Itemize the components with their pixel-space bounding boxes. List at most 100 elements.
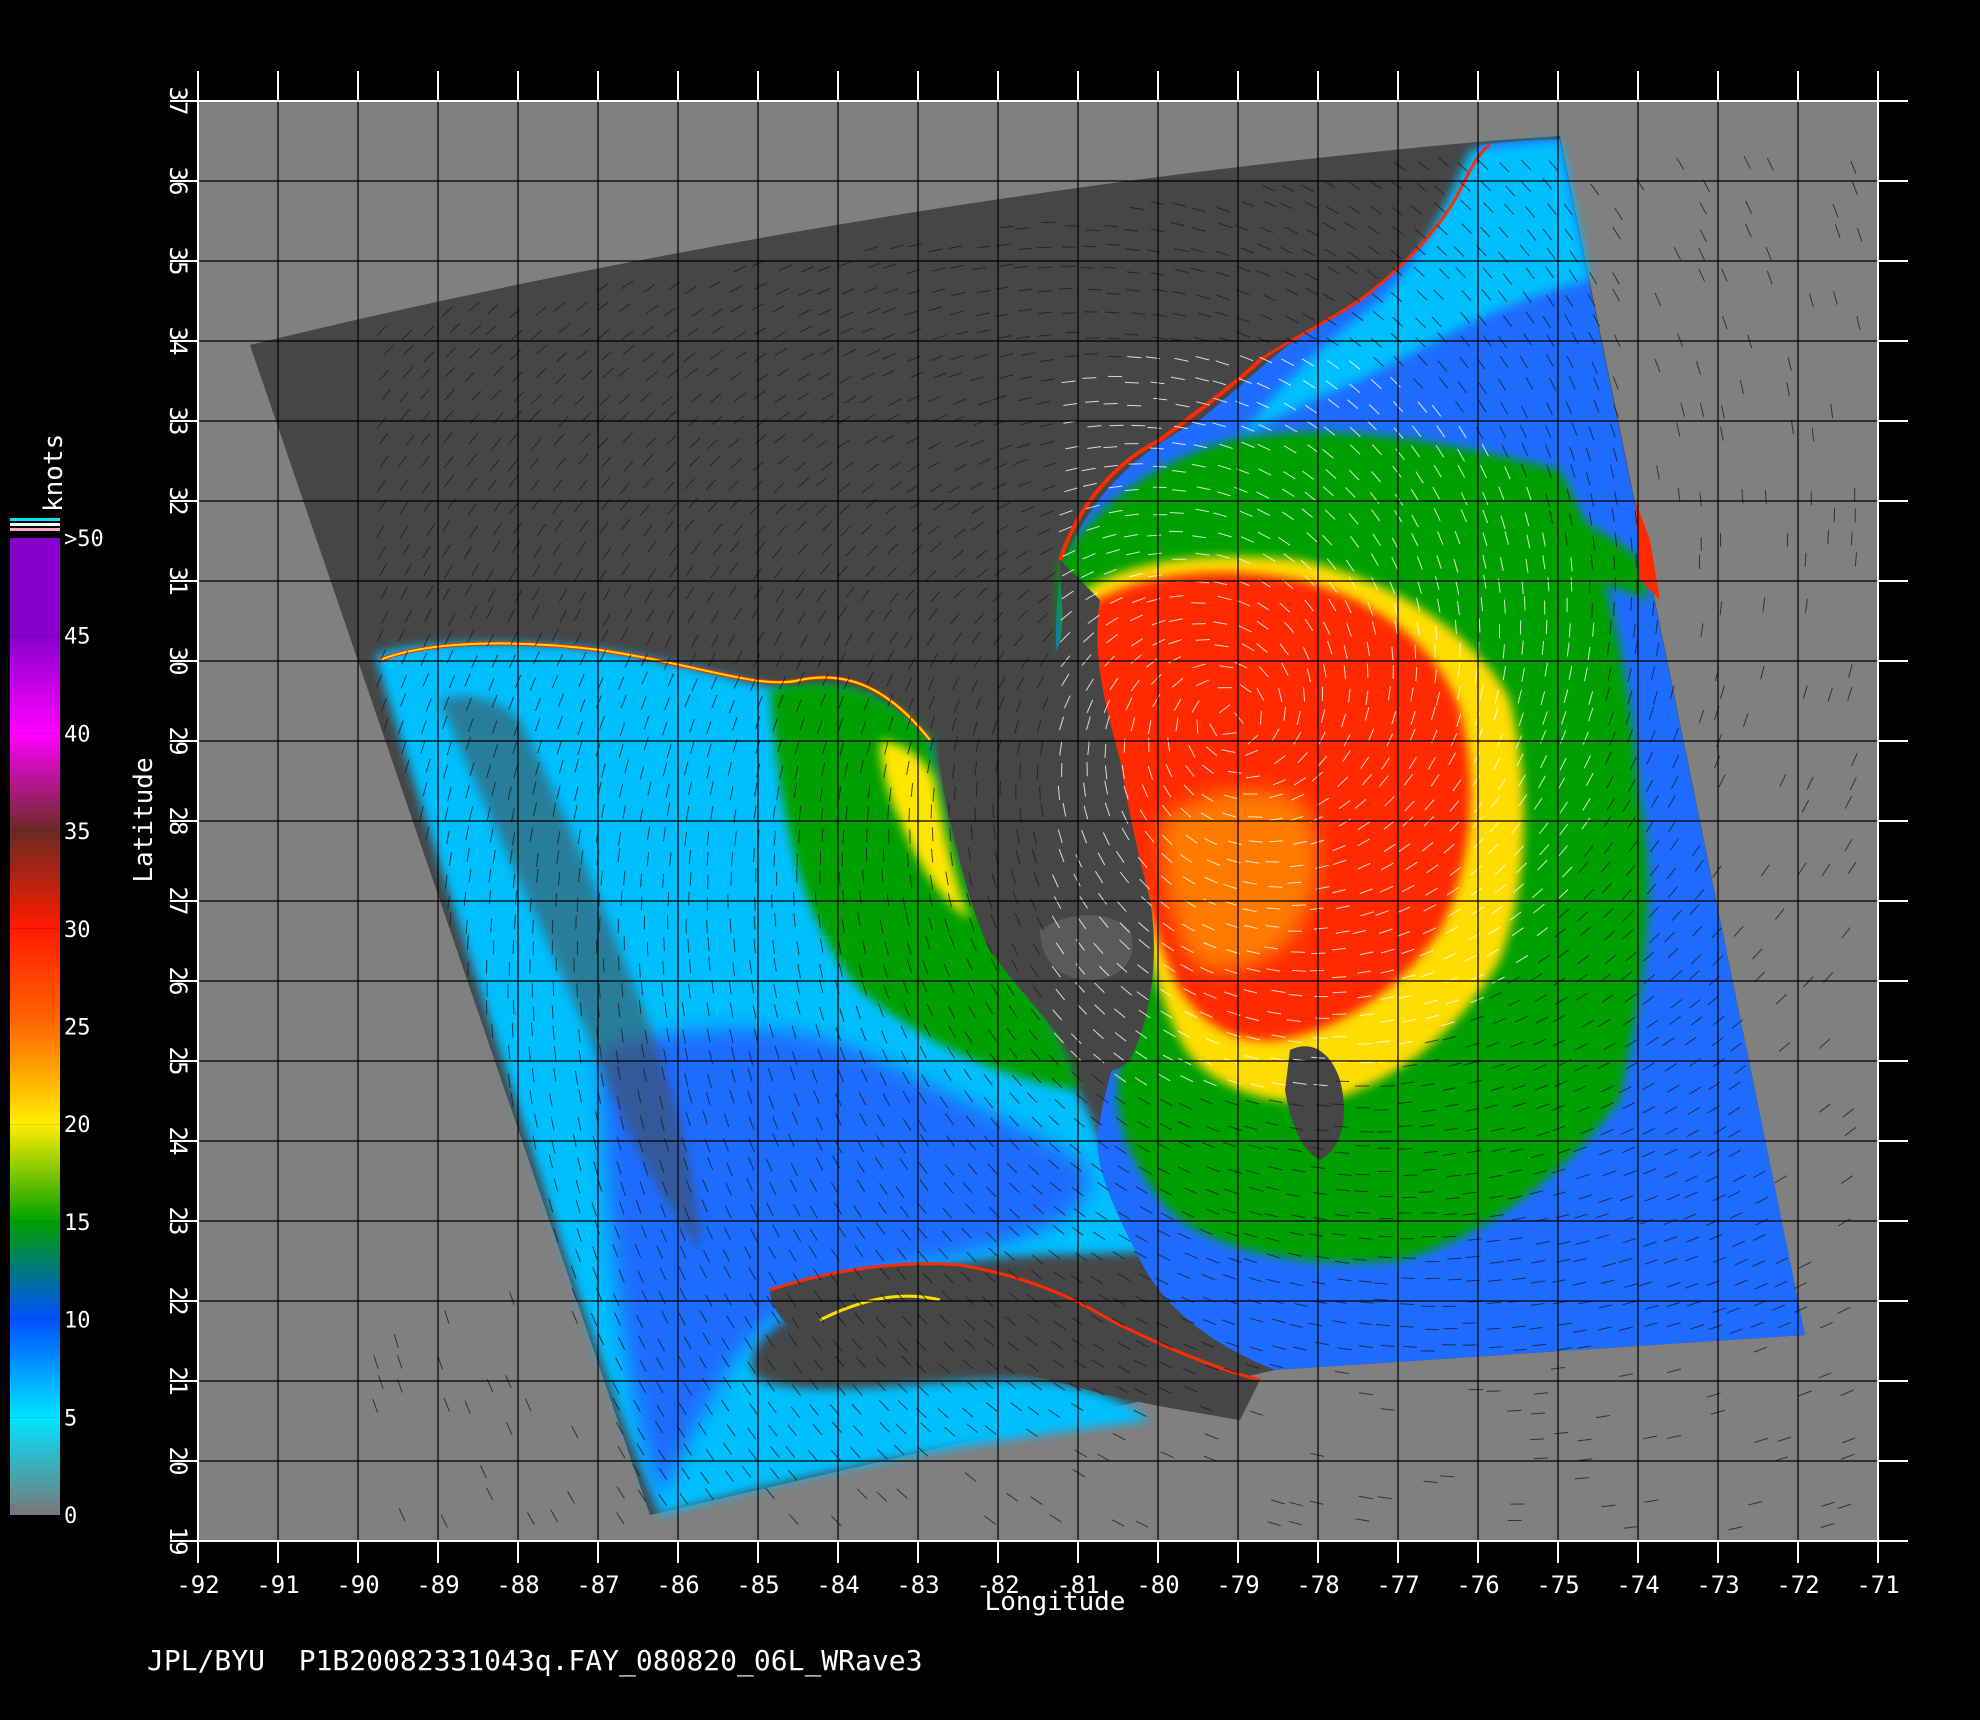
wind-vector [552, 981, 555, 996]
y-tick-label: 28 [164, 807, 192, 836]
colorbar-top-stripe-2 [10, 523, 60, 526]
wind-vector [1366, 663, 1369, 678]
colorbar-segment [10, 1026, 60, 1125]
colorbar-tick-label: 35 [64, 820, 91, 845]
wind-vector [663, 937, 665, 952]
wind-vector [512, 939, 515, 955]
wind-vector [1447, 1278, 1462, 1281]
y-tick-label: 24 [164, 1127, 192, 1156]
colorbar-segment [10, 733, 60, 832]
x-tick-label: -83 [896, 1571, 939, 1599]
wind-vector [1103, 403, 1118, 405]
wind-vector [551, 919, 554, 935]
wind-vector [512, 1000, 515, 1015]
wind-vector [773, 853, 776, 868]
y-tick-label: 36 [164, 167, 192, 196]
wind-vector [1378, 1235, 1393, 1238]
wind-vector [1613, 601, 1615, 616]
wind-vector [1127, 404, 1142, 407]
wind-vector [908, 807, 910, 823]
y-tick-label: 23 [164, 1207, 192, 1236]
y-tick-label: 19 [164, 1527, 192, 1556]
x-tick-label: -77 [1376, 1571, 1419, 1599]
wind-vector [706, 919, 708, 934]
wind-vector [1414, 644, 1417, 659]
colorbar-tick-label: 0 [64, 1504, 77, 1529]
wind-vector [1523, 596, 1526, 611]
y-tick-label: 26 [164, 967, 192, 996]
x-tick-label: -90 [336, 1571, 379, 1599]
wind-vector [1398, 1148, 1413, 1150]
wind-vector [646, 941, 649, 956]
colorbar-top-stripe-3 [10, 528, 60, 531]
y-tick-label: 31 [164, 567, 192, 596]
colorbar-tick-label: 20 [64, 1113, 91, 1138]
wind-vector [1545, 620, 1548, 635]
wind-vector [1374, 1109, 1389, 1111]
wind-vector [1570, 577, 1573, 592]
wind-vector [1591, 603, 1593, 618]
wind-vector [1106, 337, 1121, 340]
wind-vector [1359, 1061, 1374, 1064]
colorbar-labels: 0 5 10 15 20 25 30 35 40 45 >50 [64, 527, 104, 1529]
y-tick-label: 30 [164, 647, 192, 676]
x-tick-label: -73 [1696, 1571, 1739, 1599]
wind-vector [1399, 1303, 1415, 1305]
wind-vector [1061, 312, 1076, 314]
colorbar-top-stripe-1 [10, 518, 60, 521]
colorbar-tick-label: 45 [64, 625, 91, 650]
wind-vector [1827, 530, 1829, 545]
x-tick-label: -85 [736, 1571, 779, 1599]
wind-vector [793, 891, 795, 906]
wind-vector [1422, 1212, 1437, 1214]
wind-vector [1268, 886, 1283, 888]
x-tick-label: -86 [656, 1571, 699, 1599]
figure-caption: JPL/BYU P1B20082331043q.FAY_080820_06L_W… [147, 1644, 923, 1677]
colorbar-segment [10, 1124, 60, 1222]
wind-vector [1291, 951, 1306, 953]
wind-vector [618, 956, 620, 971]
wind-vector [1462, 1322, 1477, 1324]
colorbar-segment [10, 1319, 60, 1418]
x-tick-label: -75 [1536, 1571, 1579, 1599]
colorbar-tick-label: 30 [64, 918, 91, 943]
y-tick-label: 27 [164, 887, 192, 916]
y-tick-label: 29 [164, 727, 192, 756]
colorbar-tick-label: 25 [64, 1016, 91, 1041]
wind-speed-map: -92 -91 -90 -89 -88 -87 -86 -85 -84 -83 -82 -81 -80-… [10, 71, 1908, 1617]
wind-vector [1478, 618, 1481, 633]
colorbar-segment [10, 635, 60, 734]
y-tick-label: 22 [164, 1287, 192, 1316]
wind-vector [1191, 602, 1206, 604]
wind-vector [602, 958, 605, 973]
wind-vector [1292, 904, 1307, 906]
colorbar-segments [10, 538, 60, 1515]
y-tick-label: 37 [164, 87, 192, 116]
wind-vector [1379, 1217, 1394, 1220]
colorbar-segment [10, 831, 60, 929]
colorbar-tick-label: >50 [64, 527, 104, 552]
x-tick-label: -88 [496, 1571, 539, 1599]
colorbar-segment [10, 538, 60, 636]
wind-vector [492, 940, 495, 955]
wind-vector [1630, 596, 1633, 611]
x-tick-label: -71 [1856, 1571, 1899, 1599]
colorbar-segment [10, 1221, 60, 1320]
x-tick-label: -89 [416, 1571, 459, 1599]
wind-vector [1168, 530, 1184, 533]
colorbar-segment [10, 1417, 60, 1515]
x-tick-label: -74 [1616, 1571, 1659, 1599]
x-tick-label: -72 [1776, 1571, 1819, 1599]
wind-vector [1635, 553, 1637, 568]
x-tick-label: -79 [1216, 1571, 1259, 1599]
wind-vector [992, 804, 994, 819]
wind-vector [1124, 381, 1140, 384]
y-axis-title: Latitude [129, 757, 159, 882]
y-tick-label: 34 [164, 327, 192, 356]
y-tick-label: 33 [164, 407, 192, 436]
x-tick-label: -76 [1456, 1571, 1499, 1599]
wind-vector [1355, 1173, 1370, 1176]
wind-vector [882, 848, 885, 863]
x-tick-label: -84 [816, 1571, 859, 1599]
x-tick-label: -91 [256, 1571, 299, 1599]
